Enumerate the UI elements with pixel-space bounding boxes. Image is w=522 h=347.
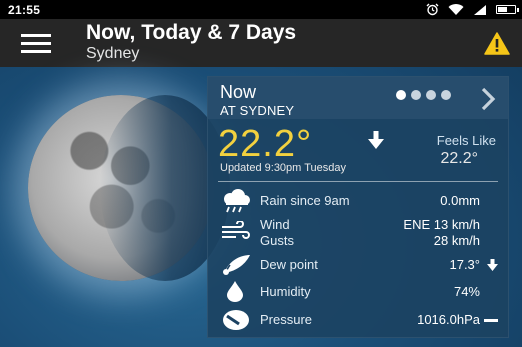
humidity-row: Humidity 74% bbox=[208, 280, 508, 304]
page-dot bbox=[396, 90, 406, 100]
dew-point-row: Dew point 17.3° bbox=[208, 253, 508, 277]
app-bar: Now, Today & 7 Days Sydney bbox=[0, 19, 522, 67]
gusts-label: Gusts bbox=[260, 233, 294, 248]
steady-dash-icon bbox=[484, 319, 498, 322]
divider bbox=[218, 181, 498, 182]
rain-cloud-icon bbox=[224, 189, 250, 213]
card-location: AT SYDNEY bbox=[220, 103, 295, 118]
chevron-right-icon[interactable] bbox=[476, 86, 500, 112]
rain-row: Rain since 9am 0.0mm bbox=[208, 189, 508, 213]
page-title: Now, Today & 7 Days bbox=[86, 21, 297, 44]
battery-icon bbox=[496, 5, 519, 14]
current-conditions-card[interactable]: Now AT SYDNEY 22.2° Updated 9:30pm Tuesd… bbox=[207, 76, 509, 338]
pressure-icon bbox=[223, 310, 249, 330]
updated-time: Updated 9:30pm Tuesday bbox=[220, 162, 346, 174]
feels-like-label: Feels Like bbox=[436, 133, 496, 148]
page-dot bbox=[411, 90, 421, 100]
humidity-label: Humidity bbox=[260, 284, 311, 299]
current-temperature: 22.2° bbox=[218, 123, 313, 165]
wind-label: Wind bbox=[260, 217, 290, 232]
feels-like-value: 22.2° bbox=[440, 150, 478, 167]
status-bar: 21:55 bbox=[0, 0, 522, 19]
signal-icon bbox=[474, 4, 486, 15]
wifi-icon bbox=[448, 3, 464, 15]
pressure-row: Pressure 1016.0hPa bbox=[208, 308, 508, 332]
humidity-drop-icon bbox=[227, 281, 243, 302]
wind-icon bbox=[222, 221, 250, 239]
app-titles: Now, Today & 7 Days Sydney bbox=[72, 22, 472, 64]
status-icons bbox=[426, 3, 519, 16]
dew-point-label: Dew point bbox=[260, 257, 318, 272]
dew-drop-icon bbox=[223, 255, 250, 275]
pressure-value: 1016.0hPa bbox=[417, 312, 480, 327]
alert-triangle-icon bbox=[484, 31, 510, 55]
rain-label: Rain since 9am bbox=[260, 193, 350, 208]
battery-level bbox=[498, 7, 507, 12]
page-dot bbox=[426, 90, 436, 100]
wind-row: Wind ENE 13 km/h Gusts 28 km/h bbox=[208, 215, 508, 249]
alarm-icon bbox=[426, 3, 439, 16]
card-title: Now bbox=[220, 82, 257, 102]
menu-icon-line bbox=[21, 49, 51, 53]
warnings-button[interactable] bbox=[472, 19, 522, 67]
arrow-down-icon bbox=[487, 259, 498, 271]
dew-point-value: 17.3° bbox=[449, 257, 480, 272]
rain-value: 0.0mm bbox=[440, 193, 480, 208]
menu-button[interactable] bbox=[0, 19, 72, 67]
humidity-value: 74% bbox=[453, 284, 480, 299]
status-time: 21:55 bbox=[8, 2, 41, 17]
gusts-value: 28 km/h bbox=[433, 233, 480, 248]
menu-icon-line bbox=[21, 41, 51, 45]
pressure-label: Pressure bbox=[260, 312, 313, 327]
page-indicator[interactable] bbox=[396, 90, 451, 100]
arrow-down-icon bbox=[368, 131, 384, 149]
page-dot bbox=[441, 90, 451, 100]
card-header: Now AT SYDNEY bbox=[208, 77, 508, 119]
location-subtitle: Sydney bbox=[86, 45, 140, 62]
menu-icon-line bbox=[21, 33, 51, 37]
wind-value: ENE 13 km/h bbox=[403, 217, 480, 232]
